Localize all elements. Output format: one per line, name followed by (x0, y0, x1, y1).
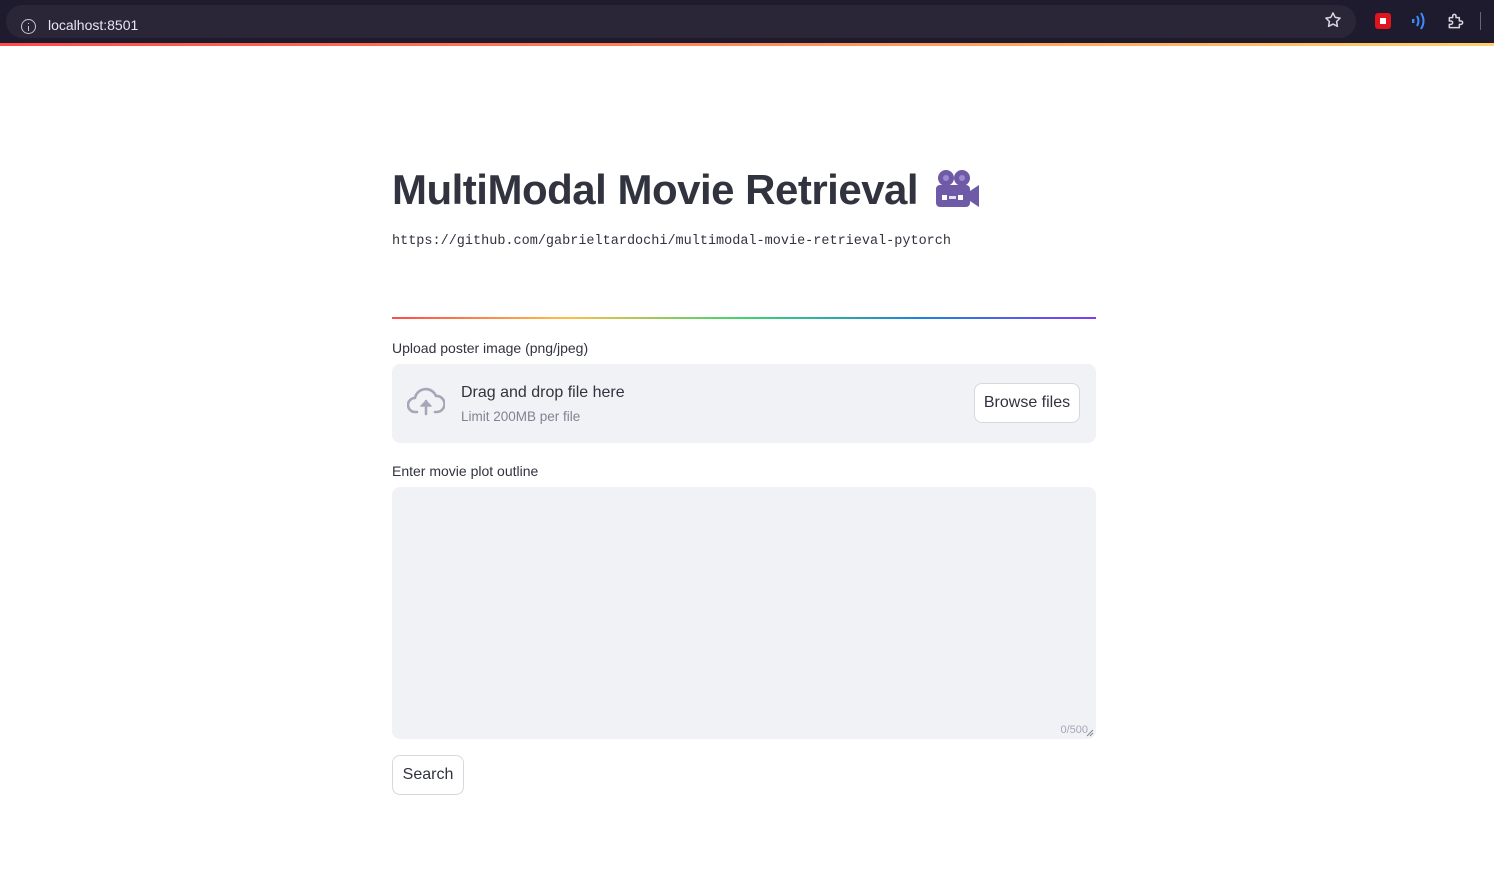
plot-label: Enter movie plot outline (392, 463, 539, 479)
title-row: MultiModal Movie Retrieval (392, 162, 980, 218)
cloud-upload-icon (407, 387, 445, 416)
repo-url-text: https://github.com/gabrieltardochi/multi… (392, 234, 951, 249)
toolbar-divider (1480, 12, 1481, 30)
browser-toolbar: localhost:8501 (0, 0, 1494, 43)
search-button[interactable]: Search (392, 755, 464, 795)
extensions-puzzle-icon[interactable] (1446, 11, 1466, 31)
address-bar[interactable]: localhost:8501 (6, 5, 1356, 38)
resize-handle-icon[interactable] (1086, 729, 1094, 737)
dropzone-limit: Limit 200MB per file (461, 409, 581, 424)
rainbow-divider (392, 317, 1096, 319)
sound-extension-icon[interactable] (1410, 11, 1428, 31)
upload-label: Upload poster image (png/jpeg) (392, 340, 589, 356)
site-info-icon[interactable] (21, 19, 36, 34)
plot-textarea[interactable] (392, 487, 1096, 739)
dropzone-title: Drag and drop file here (461, 384, 625, 401)
plot-textarea-container: 0/500 (392, 487, 1096, 739)
address-text[interactable]: localhost:8501 (48, 17, 138, 33)
movie-camera-icon (936, 170, 980, 207)
char-counter: 0/500 (1060, 724, 1088, 736)
page-title: MultiModal Movie Retrieval (392, 166, 919, 213)
file-dropzone[interactable]: Drag and drop file here Limit 200MB per … (392, 364, 1096, 443)
browse-files-button[interactable]: Browse files (974, 383, 1080, 423)
record-extension-icon[interactable] (1375, 13, 1391, 29)
bookmark-star-icon[interactable] (1323, 10, 1343, 30)
header-decoration (0, 43, 1494, 46)
